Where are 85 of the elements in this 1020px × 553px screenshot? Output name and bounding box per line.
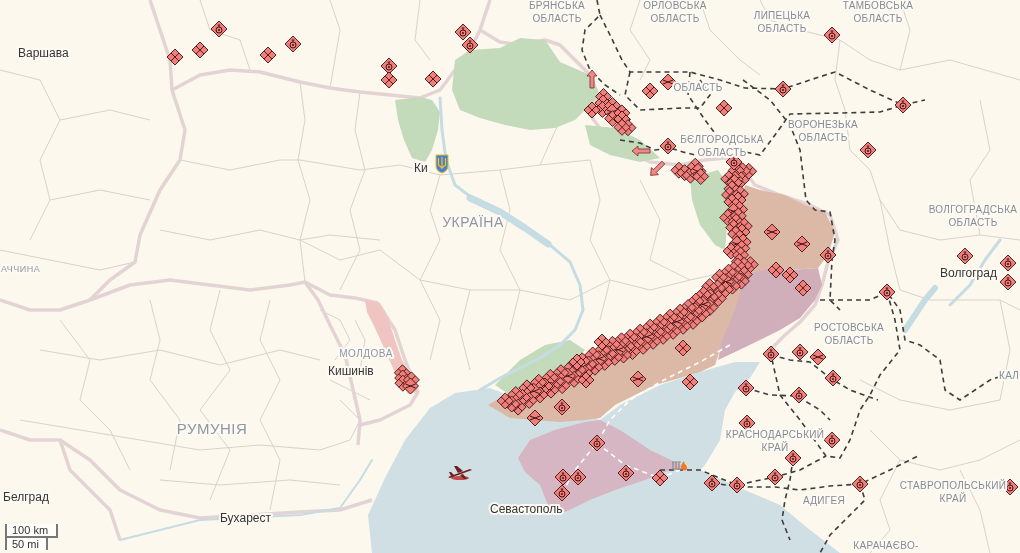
country-label: МОЛДОВА xyxy=(339,348,393,359)
region-label: СТАВРОПОЛЬСЬКИЙ КРАЙ xyxy=(899,480,1007,504)
bomb-diamond-icon[interactable] xyxy=(553,484,571,502)
grid-diamond-icon[interactable] xyxy=(641,82,659,100)
bomb-diamond-icon[interactable] xyxy=(461,36,479,54)
bomb-diamond-icon[interactable] xyxy=(454,23,472,41)
crossed-diamond-icon[interactable] xyxy=(763,223,781,241)
bomb-diamond-icon[interactable] xyxy=(823,26,841,44)
crossed-diamond-icon[interactable] xyxy=(809,348,827,366)
plane-icon[interactable] xyxy=(448,466,472,480)
region-label: ЛИПЕЦЬКА ОБЛАСТЬ xyxy=(753,10,811,34)
grid-diamond-icon[interactable] xyxy=(424,70,442,88)
scale-bar: 100 km xyxy=(5,524,58,538)
region-label: ВОРОНЕЗЬКА ОБЛАСТЬ xyxy=(787,119,859,143)
bomb-diamond-icon[interactable] xyxy=(859,141,877,159)
bomb-diamond-icon[interactable] xyxy=(703,474,721,492)
grid-diamond-icon[interactable] xyxy=(191,41,209,59)
grid-diamond-icon[interactable] xyxy=(794,279,812,297)
marker-cluster-drawing xyxy=(393,364,420,395)
bomb-diamond-icon[interactable] xyxy=(791,343,809,361)
city-label: Ки xyxy=(414,161,428,175)
grid-diamond-icon[interactable] xyxy=(781,266,799,284)
region-label: КРАСНОДАРСЬКИЙ КРАЙ xyxy=(725,429,825,453)
bomb-diamond-icon[interactable] xyxy=(878,283,896,301)
region-label: ВОЛГОГРАДСЬКА ОБЛАСТЬ xyxy=(928,204,1018,228)
fire-icon[interactable] xyxy=(671,461,687,471)
bomb-diamond-icon[interactable] xyxy=(762,345,780,363)
arrow-icon[interactable] xyxy=(650,160,666,176)
bomb-diamond-icon[interactable] xyxy=(784,449,802,467)
bomb-diamond-icon[interactable] xyxy=(766,468,784,486)
city-label: Бухарест xyxy=(220,511,271,525)
river xyxy=(902,285,938,333)
region-label: ТАМБОВСЬКА ОБЛАСТЬ xyxy=(842,0,914,24)
bomb-diamond-icon[interactable] xyxy=(790,386,808,404)
arrow-icon[interactable] xyxy=(586,69,598,89)
bomb-diamond-icon[interactable] xyxy=(894,96,912,114)
bomb-diamond-icon[interactable] xyxy=(956,247,974,265)
bomb-diamond-icon[interactable] xyxy=(774,80,792,98)
city-label: Белград xyxy=(3,490,49,504)
bomb-diamond-icon[interactable] xyxy=(737,379,755,397)
grid-diamond-icon[interactable] xyxy=(767,261,785,279)
city-label: Кишинів xyxy=(328,364,374,378)
scale-bar: 50 mi xyxy=(5,536,48,550)
region-label: КАРАЧАЄВО- xyxy=(853,540,919,551)
region-label: БЄЛГОРОДСЬКА ОБЛАСТЬ xyxy=(680,134,764,158)
grid-diamond-icon[interactable] xyxy=(166,48,184,66)
bomb-diamond-icon[interactable] xyxy=(999,273,1017,291)
liberated-area xyxy=(395,97,440,162)
bomb-diamond-icon[interactable] xyxy=(824,369,842,387)
crossed-diamond-icon[interactable] xyxy=(629,370,647,388)
bomb-diamond-icon[interactable] xyxy=(588,434,606,452)
grid-diamond-icon[interactable] xyxy=(380,71,398,89)
bomb-diamond-icon[interactable] xyxy=(284,35,302,53)
region-label: КАЛ xyxy=(999,370,1020,381)
grid-diamond-icon[interactable] xyxy=(259,46,277,64)
bomb-diamond-icon[interactable] xyxy=(659,137,677,155)
arrow-icon[interactable] xyxy=(631,145,651,157)
grid-diamond-icon[interactable] xyxy=(715,99,733,117)
region-label: ОБЛАСТЬ xyxy=(673,82,723,93)
region-label: АДИГЕЯ xyxy=(802,495,846,506)
city-label: Севастополь xyxy=(490,502,563,516)
bomb-diamond-icon[interactable] xyxy=(569,468,587,486)
bomb-diamond-icon[interactable] xyxy=(999,254,1017,272)
region-label: РОСТОВСЬКА ОБЛАСТЬ xyxy=(813,322,885,346)
bomb-diamond-icon[interactable] xyxy=(823,431,841,449)
country-label: АЧЧИНА xyxy=(1,264,41,274)
city-label: Варшава xyxy=(18,46,69,60)
marker-cluster-drawing xyxy=(670,157,710,185)
coat-of-arms-icon[interactable] xyxy=(435,154,449,174)
grid-diamond-icon[interactable] xyxy=(681,373,699,391)
grid-diamond-icon[interactable] xyxy=(651,469,669,487)
city-label: Волгоград xyxy=(940,266,997,280)
bomb-diamond-icon[interactable] xyxy=(728,476,746,494)
bomb-diamond-icon[interactable] xyxy=(554,468,572,486)
bomb-diamond-icon[interactable] xyxy=(210,20,228,38)
country-label: УКРАЇНА xyxy=(442,214,504,230)
region-label: БРЯНСЬКА ОБЛАСТЬ xyxy=(528,0,586,24)
bomb-diamond-icon[interactable] xyxy=(617,464,635,482)
crossed-diamond-icon[interactable] xyxy=(793,235,811,253)
country-label: РУМУНІЯ xyxy=(176,420,248,437)
bomb-diamond-icon[interactable] xyxy=(819,246,837,264)
bomb-diamond-icon[interactable] xyxy=(380,57,398,75)
marker-cluster-drawing xyxy=(583,88,637,137)
bomb-diamond-icon[interactable] xyxy=(851,475,869,493)
region-label: ОРЛОВСЬКА ОБЛАСТЬ xyxy=(643,0,707,24)
